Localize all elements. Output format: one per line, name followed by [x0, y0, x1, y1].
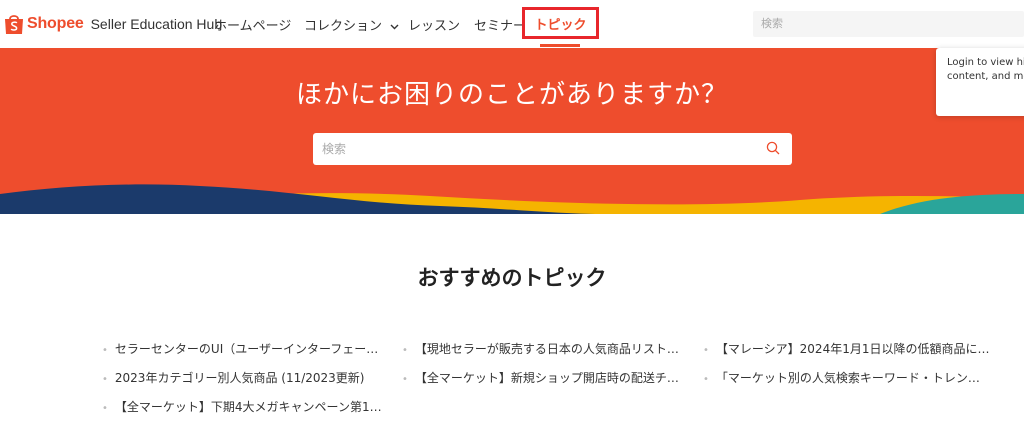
- nav-lessons[interactable]: レッスン: [408, 15, 460, 34]
- site-subtitle: Seller Education Hub: [90, 16, 223, 32]
- search-icon[interactable]: [766, 141, 780, 155]
- topic-link[interactable]: • 「マーケット別の人気検索キーワード・トレン…: [703, 369, 980, 389]
- login-tooltip-line2: content, and mo: [947, 71, 1024, 82]
- bullet: •: [402, 345, 408, 356]
- nav-topics[interactable]: トピック: [522, 7, 599, 39]
- hero-search-input[interactable]: 検索: [313, 133, 792, 165]
- topic-link[interactable]: • 2023年カテゴリー別人気商品 (11/2023更新): [102, 369, 364, 389]
- header-search-input[interactable]: 検索: [753, 11, 1024, 37]
- logo-wordmark: Shopee: [27, 15, 84, 32]
- bullet: •: [402, 374, 408, 385]
- topic-label: 【全マーケット】新規ショップ開店時の配送チ…: [414, 371, 679, 385]
- bullet: •: [703, 345, 709, 356]
- bullet: •: [102, 345, 108, 356]
- bullet: •: [703, 374, 709, 385]
- topic-link[interactable]: • 【全マーケット】下期4大メガキャンペーン第1…: [102, 398, 382, 418]
- hero-banner: ほかにお困りのことがありますか？ 検索: [0, 48, 1024, 214]
- topic-link[interactable]: • セラーセンターのUI（ユーザーインターフェー…: [102, 340, 378, 360]
- topic-label: 【現地セラーが販売する日本の人気商品リスト…: [414, 342, 679, 356]
- nav-topics-label: トピック: [534, 17, 587, 33]
- shopee-logo[interactable]: Shopee Seller Education Hub: [4, 12, 222, 36]
- topic-label: 【マレーシア】2024年1月1日以降の低額商品に…: [715, 342, 990, 356]
- login-tooltip-line1: Login to view his: [947, 57, 1024, 68]
- hero-search-placeholder: 検索: [322, 142, 347, 156]
- nav-home[interactable]: ホームページ: [214, 15, 291, 34]
- shopping-bag-icon: [5, 15, 23, 34]
- topic-link[interactable]: • 【現地セラーが販売する日本の人気商品リスト…: [402, 340, 679, 360]
- hero-title: ほかにお困りのことがありますか？: [295, 80, 728, 110]
- recommended-topics-title: おすすめのトピック: [417, 266, 607, 290]
- topic-link[interactable]: • 【全マーケット】新規ショップ開店時の配送チ…: [402, 369, 679, 389]
- top-navigation: Shopee Seller Education Hub ホームページ コレクショ…: [0, 0, 1024, 49]
- decorative-waves: [0, 184, 1024, 214]
- topic-label: 2023年カテゴリー別人気商品 (11/2023更新): [114, 371, 365, 385]
- nav-seminar[interactable]: セミナー: [474, 15, 526, 34]
- topic-link[interactable]: • 【マレーシア】2024年1月1日以降の低額商品に…: [703, 340, 989, 360]
- login-tooltip: Login to view his content, and mo: [936, 48, 1024, 116]
- nav-collection[interactable]: コレクション: [304, 15, 399, 34]
- active-tab-indicator: [540, 44, 580, 47]
- nav-collection-label: コレクション: [304, 19, 383, 34]
- bullet: •: [102, 374, 108, 385]
- topic-label: 【全マーケット】下期4大メガキャンペーン第1…: [114, 400, 382, 414]
- bullet: •: [102, 403, 108, 414]
- topic-label: セラーセンターのUI（ユーザーインターフェー…: [114, 342, 379, 356]
- chevron-down-icon: [390, 24, 399, 29]
- topic-label: 「マーケット別の人気検索キーワード・トレン…: [715, 371, 980, 385]
